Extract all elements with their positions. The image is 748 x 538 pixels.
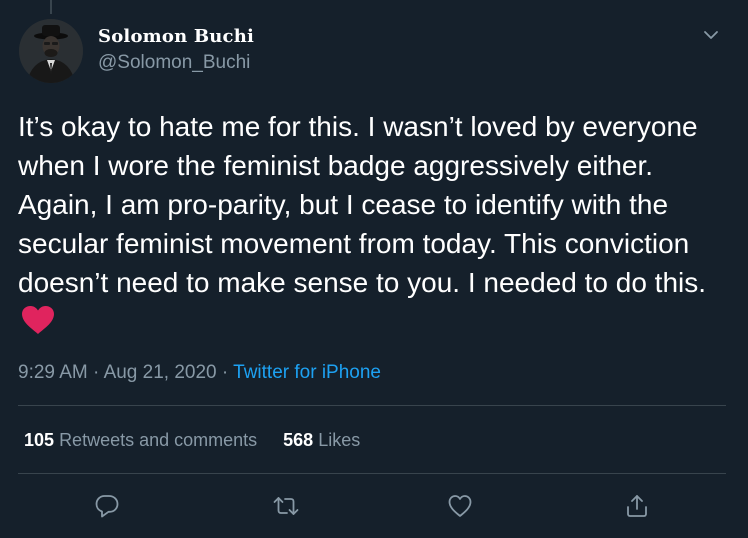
- like-icon[interactable]: [446, 492, 474, 520]
- thread-connector-line: [50, 0, 52, 14]
- tweet-text-body: It’s okay to hate me for this. I wasn’t …: [18, 111, 707, 298]
- retweets-stat[interactable]: 105 Retweets and comments: [24, 430, 257, 450]
- chevron-down-icon[interactable]: [700, 24, 722, 46]
- red-heart-emoji: [20, 304, 56, 336]
- tweet-date[interactable]: Aug 21, 2020: [104, 362, 217, 383]
- divider: [18, 405, 726, 406]
- tweet-meta: 9:29 AM · Aug 21, 2020 · Twitter for iPh…: [18, 362, 381, 384]
- retweet-icon[interactable]: [272, 492, 300, 520]
- divider: [18, 473, 726, 474]
- share-icon[interactable]: [623, 492, 651, 520]
- tweet-card: Solomon Buchi @Solomon_Buchi It’s okay t…: [0, 0, 748, 538]
- likes-label: Likes: [318, 430, 361, 450]
- tweet-time[interactable]: 9:29 AM: [18, 362, 88, 383]
- retweets-count: 105: [24, 430, 55, 450]
- avatar[interactable]: [19, 19, 83, 83]
- tweet-stats: 105 Retweets and comments 568 Likes: [24, 430, 360, 451]
- meta-separator: ·: [87, 362, 104, 383]
- author-handle[interactable]: @Solomon_Buchi: [98, 52, 250, 74]
- likes-stat[interactable]: 568 Likes: [283, 430, 360, 450]
- tweet-source-link[interactable]: Twitter for iPhone: [233, 362, 381, 383]
- tweet-text: It’s okay to hate me for this. I wasn’t …: [18, 107, 733, 341]
- author-name[interactable]: Solomon Buchi: [98, 26, 254, 47]
- retweets-label: Retweets and comments: [59, 430, 258, 450]
- meta-separator: ·: [216, 362, 234, 383]
- likes-count: 568: [283, 430, 314, 450]
- reply-icon[interactable]: [93, 492, 121, 520]
